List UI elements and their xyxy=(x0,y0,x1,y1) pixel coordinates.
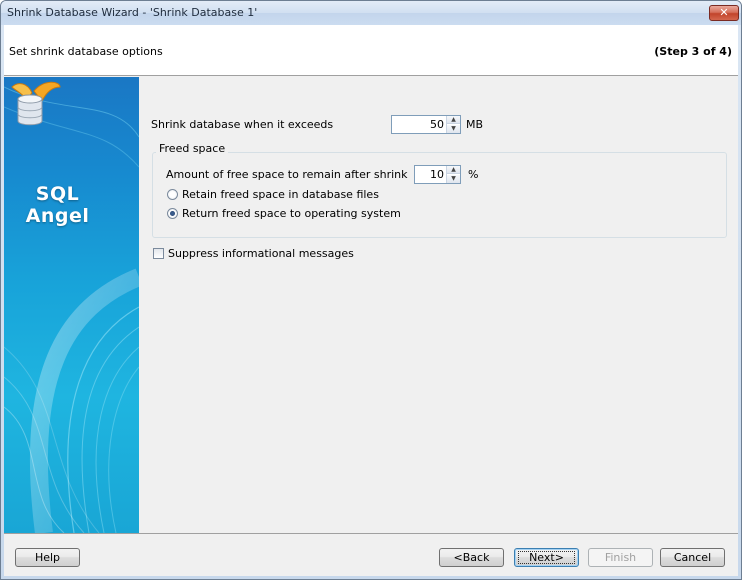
spinner-arrows: ▲ ▼ xyxy=(446,116,460,133)
back-button[interactable]: <Back xyxy=(439,548,504,567)
free-space-amount-label: Amount of free space to remain after shr… xyxy=(166,168,408,181)
shrink-threshold-value: 50 xyxy=(430,118,444,131)
spinner-arrows: ▲ ▼ xyxy=(446,166,460,183)
freed-space-caption: Freed space xyxy=(156,142,229,155)
help-button[interactable]: Help xyxy=(15,548,80,567)
logo-text-sql: SQL xyxy=(35,183,80,205)
title-bar[interactable]: Shrink Database Wizard - 'Shrink Databas… xyxy=(1,1,741,25)
logo-text-angel: Angel xyxy=(25,205,90,227)
free-space-amount-spinner[interactable]: 10 ▲ ▼ xyxy=(414,165,461,184)
close-icon: ✕ xyxy=(719,6,729,19)
spin-up-icon[interactable]: ▲ xyxy=(447,166,460,174)
wizard-window: Shrink Database Wizard - 'Shrink Databas… xyxy=(0,0,742,580)
spin-down-icon[interactable]: ▼ xyxy=(447,125,460,133)
radio-return-label[interactable]: Return freed space to operating system xyxy=(182,207,401,220)
spin-down-icon[interactable]: ▼ xyxy=(447,175,460,183)
radio-retain-freed-space[interactable] xyxy=(167,189,178,200)
shrink-threshold-unit: MB xyxy=(466,118,484,131)
spin-up-icon[interactable]: ▲ xyxy=(447,116,460,124)
radio-retain-label[interactable]: Retain freed space in database files xyxy=(182,188,379,201)
wizard-footer: Help <Back Next> Finish Cancel xyxy=(4,533,738,576)
finish-button[interactable]: Finish xyxy=(588,548,653,567)
options-panel: Shrink database when it exceeds 50 ▲ ▼ M… xyxy=(139,77,738,533)
focus-rectangle xyxy=(518,551,575,564)
free-space-amount-value: 10 xyxy=(430,168,444,181)
suppress-messages-label[interactable]: Suppress informational messages xyxy=(168,247,354,260)
next-button[interactable]: Next> xyxy=(514,548,579,567)
banner-swirl-graphic xyxy=(4,86,139,533)
step-indicator: (Step 3 of 4) xyxy=(654,45,732,58)
wizard-header: Set shrink database options (Step 3 of 4… xyxy=(4,25,738,76)
wizard-banner: SQL Angel xyxy=(4,77,139,533)
close-button[interactable]: ✕ xyxy=(709,5,739,21)
shrink-threshold-label: Shrink database when it exceeds xyxy=(151,118,334,131)
suppress-messages-checkbox[interactable] xyxy=(153,248,164,259)
cancel-button[interactable]: Cancel xyxy=(660,548,725,567)
window-title: Shrink Database Wizard - 'Shrink Databas… xyxy=(7,6,258,19)
free-space-amount-unit: % xyxy=(468,168,479,181)
shrink-threshold-spinner[interactable]: 50 ▲ ▼ xyxy=(391,115,461,134)
page-title: Set shrink database options xyxy=(9,45,163,58)
radio-return-freed-space[interactable] xyxy=(167,208,178,219)
sql-angel-logo-icon xyxy=(11,81,61,126)
wizard-client: Set shrink database options (Step 3 of 4… xyxy=(4,25,738,576)
